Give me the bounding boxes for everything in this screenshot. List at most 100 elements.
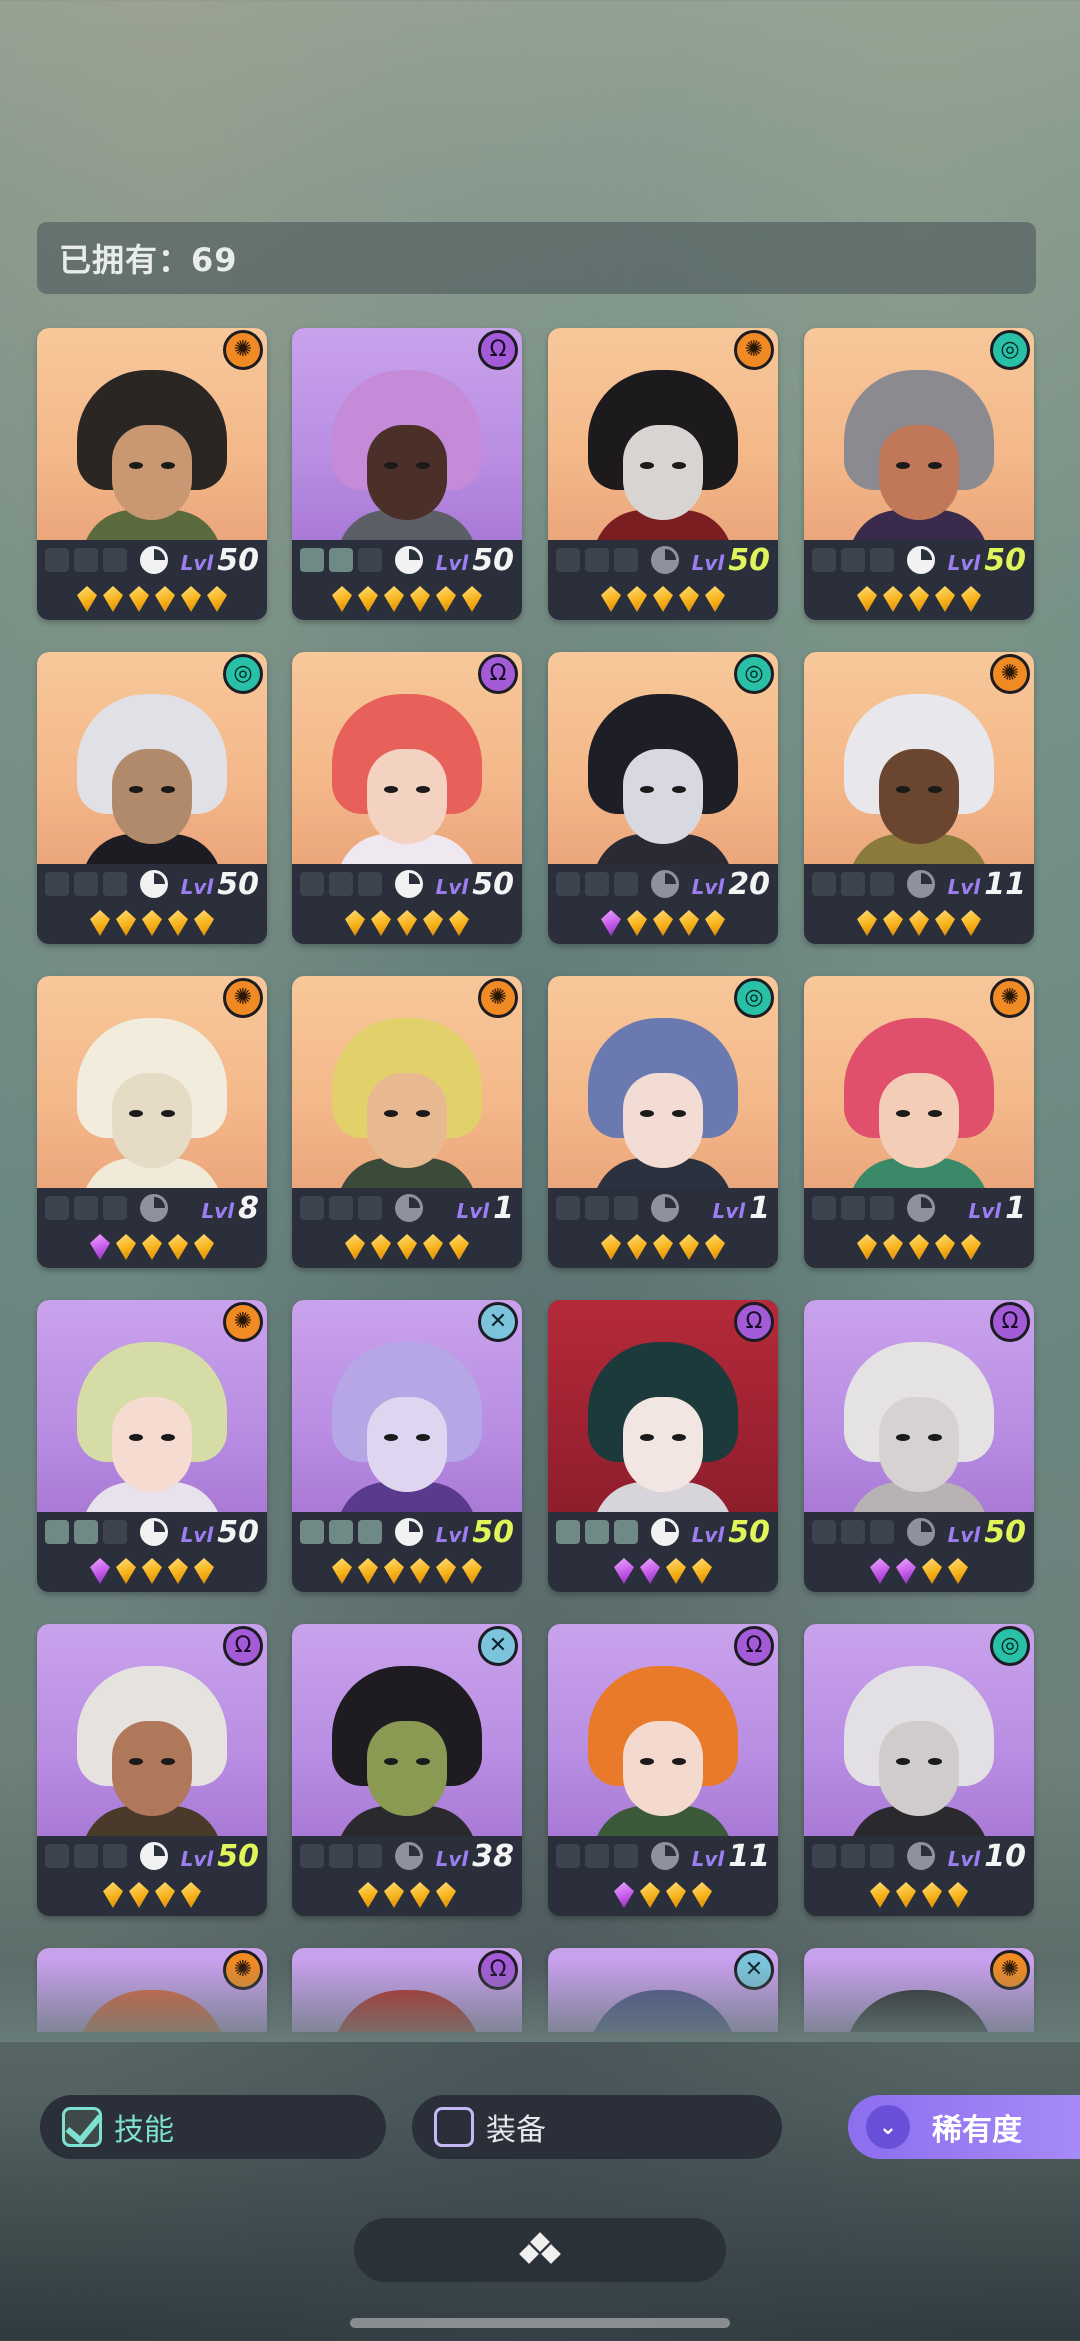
hero-art [77,1342,227,1512]
skill-progress-icon [140,870,168,898]
hero-portrait: ✺ [804,652,1034,864]
hero-portrait: Ω [292,652,522,864]
gold-gem-icon [397,1234,417,1260]
gold-gem-icon [627,1234,647,1260]
hero-art [844,694,994,864]
gold-gem-icon [705,1234,725,1260]
gold-gem-icon [883,910,903,936]
hero-card[interactable]: ✺ Lvl 1 [292,976,522,1268]
hero-card[interactable]: Ω Lvl 11 [548,1624,778,1916]
hero-grid[interactable]: ✺ Lvl 50 Ω Lvl 50 ✺ Lvl 50 ◎ Lvl 50 ◎ Lvl 50 Ω Lvl 50 ◎ Lvl… [0,320,1080,2032]
hero-info-row: Lvl 1 [292,1188,522,1228]
gold-gem-icon [601,1234,621,1260]
gold-gem-icon [705,586,725,612]
gold-gem-icon [194,1558,214,1584]
rarity-sort-button[interactable]: ⌄ 稀有度 [848,2095,1080,2159]
star-rating [292,906,522,940]
hero-card[interactable]: ✺ Lvl 1 [804,976,1034,1268]
gold-gem-icon [168,1558,188,1584]
hero-card[interactable]: Ω Lvl 50 [548,1300,778,1592]
hero-level: Lvl 8 [201,1191,259,1226]
purple-gem-icon [614,1882,634,1908]
gold-gem-icon [679,586,699,612]
hero-card[interactable]: Ω Lvl 50 [804,1300,1034,1592]
hero-portrait: ◎ [548,976,778,1188]
skill-progress-icon [907,1194,935,1222]
hero-card[interactable]: ◎ Lvl 20 [548,652,778,944]
equipment-slot [585,1196,609,1220]
checkbox-unchecked-icon[interactable] [434,2107,474,2147]
hero-card[interactable]: ✺ Lvl 50 [37,328,267,620]
hero-card[interactable]: ✕ Lvl 50 [292,1300,522,1592]
hero-info-row: Lvl 38 [292,1836,522,1876]
hero-level: Lvl 50 [436,867,514,902]
level-number: 20 [728,866,770,902]
hero-card[interactable]: ✕ Lvl 38 [292,1624,522,1916]
hero-art [844,1018,994,1188]
hero-portrait: ◎ [37,652,267,864]
hero-art [844,370,994,540]
equipment-slot [45,1520,69,1544]
level-number: 1 [493,1190,514,1226]
hero-card[interactable]: ✺ Lvl 50 [37,1300,267,1592]
equipment-slot [103,872,127,896]
gold-gem-icon [948,1558,968,1584]
level-number: 10 [984,1838,1026,1874]
equipment-slot [585,548,609,572]
hero-art [77,1018,227,1188]
equipment-slot [614,548,638,572]
hero-art [77,694,227,864]
gold-gem-icon [384,1558,404,1584]
hero-level: Lvl 1 [456,1191,514,1226]
purple-gem-icon [601,910,621,936]
gold-gem-icon [116,1234,136,1260]
hero-card[interactable]: Ω Lvl 50 [37,1624,267,1916]
star-rating [292,582,522,616]
collapse-menu-button[interactable] [354,2218,726,2282]
level-prefix: Lvl [712,1198,746,1223]
star-rating [37,1878,267,1912]
hero-portrait: Ω [548,1300,778,1512]
gold-gem-icon [857,1234,877,1260]
gold-gem-icon [935,1234,955,1260]
hero-card[interactable]: ✺ Lvl 8 [37,976,267,1268]
level-prefix: Lvl [180,1846,214,1871]
hero-card[interactable]: Ω Lvl 50 [292,652,522,944]
skill-progress-icon [395,870,423,898]
star-rating [804,1878,1034,1912]
gold-gem-icon [116,1558,136,1584]
hero-portrait: ✺ [804,976,1034,1188]
equipment-slot [329,872,353,896]
sun-faction-icon: ✺ [223,1302,263,1342]
star-rating [292,1230,522,1264]
sun-faction-icon: ✺ [478,978,518,1018]
hero-card[interactable]: ◎ Lvl 50 [37,652,267,944]
hero-info-row: Lvl 50 [804,540,1034,580]
skill-filter-toggle[interactable]: 技能 [40,2095,386,2159]
gold-gem-icon [705,910,725,936]
hero-card[interactable]: ✺ Lvl 11 [804,652,1034,944]
hero-info-row: Lvl 50 [804,1512,1034,1552]
checkbox-checked-icon[interactable] [62,2107,102,2147]
hero-card[interactable]: Ω Lvl 50 [292,328,522,620]
level-number: 11 [984,866,1026,902]
gold-gem-icon [332,586,352,612]
gold-gem-icon [358,1558,378,1584]
hero-card[interactable]: ✺ Lvl 50 [548,328,778,620]
gold-gem-icon [935,910,955,936]
skill-progress-icon [395,1194,423,1222]
gold-gem-icon [194,910,214,936]
hero-card[interactable]: ◎ Lvl 1 [548,976,778,1268]
level-prefix: Lvl [947,874,981,899]
hero-info-row: Lvl 11 [548,1836,778,1876]
gold-gem-icon [462,1558,482,1584]
hero-card[interactable]: ◎ Lvl 50 [804,328,1034,620]
skill-filter-label: 技能 [114,2113,174,2148]
hero-card[interactable]: ◎ Lvl 10 [804,1624,1034,1916]
equipment-filter-toggle[interactable]: 装备 [412,2095,782,2159]
home-indicator[interactable] [350,2318,730,2328]
equipment-slot [103,548,127,572]
equipment-slot [300,1844,324,1868]
gold-gem-icon [961,1234,981,1260]
star-rating [548,906,778,940]
